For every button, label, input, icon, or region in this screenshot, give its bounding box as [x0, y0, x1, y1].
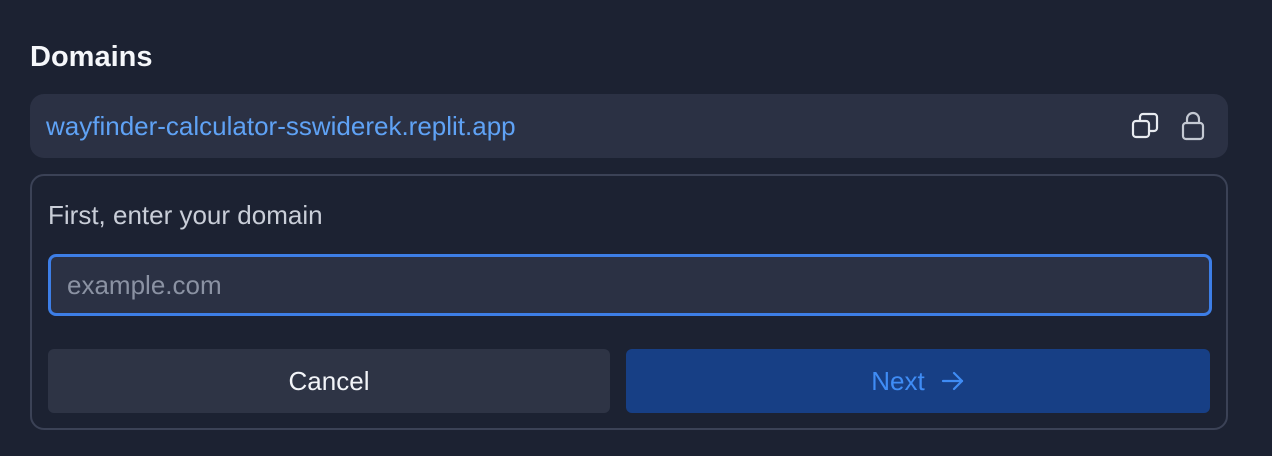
add-domain-form: First, enter your domain Cancel Next: [30, 174, 1228, 430]
domains-panel: Domains wayfinder-calculator-sswiderek.r…: [0, 0, 1272, 456]
domain-row: wayfinder-calculator-sswiderek.replit.ap…: [30, 94, 1228, 158]
next-button-label: Next: [871, 365, 925, 396]
cancel-button-label: Cancel: [288, 365, 370, 396]
section-title: Domains: [30, 41, 153, 73]
copy-icon[interactable]: [1128, 109, 1162, 143]
cancel-button[interactable]: Cancel: [48, 349, 611, 413]
next-button[interactable]: Next: [626, 349, 1210, 413]
arrow-right-icon: [941, 370, 965, 392]
lock-icon: [1176, 109, 1210, 143]
domain-input[interactable]: [48, 254, 1212, 316]
form-actions: Cancel Next: [48, 349, 1210, 413]
domain-field-label: First, enter your domain: [48, 200, 323, 230]
domain-link[interactable]: wayfinder-calculator-sswiderek.replit.ap…: [46, 111, 1114, 142]
